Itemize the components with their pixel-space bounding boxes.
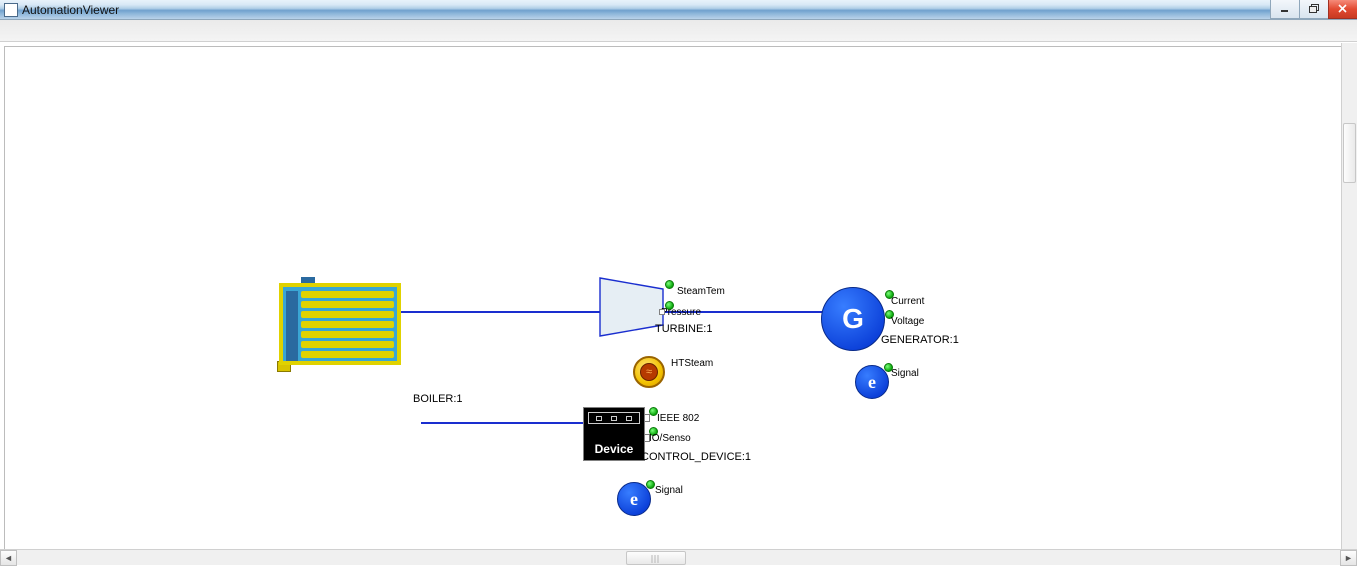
label-boiler: BOILER:1 xyxy=(413,393,463,405)
node-htsteam[interactable]: ≈ xyxy=(633,356,665,388)
minimize-icon xyxy=(1280,4,1290,14)
diagram-canvas-frame: BOILER:1 SteamTem Pressure TURBINE:1 ≈ H… xyxy=(4,46,1353,551)
horizontal-scrollbar[interactable]: ◄ ► xyxy=(0,549,1357,565)
diagram-canvas[interactable]: BOILER:1 SteamTem Pressure TURBINE:1 ≈ H… xyxy=(5,47,1352,550)
label-port-current: Current xyxy=(891,296,924,307)
generator-glyph: G xyxy=(842,303,864,335)
window-buttons xyxy=(1270,0,1357,19)
label-control-device: CONTROL_DEVICE:1 xyxy=(641,451,751,463)
label-htsteam: HTSteam xyxy=(671,358,713,369)
maximize-icon xyxy=(1309,4,1320,14)
signal-e-glyph-1: e xyxy=(868,372,876,393)
port-signal-gen[interactable] xyxy=(884,363,893,372)
boiler-side-rail xyxy=(286,291,298,361)
label-port-steamtem: SteamTem xyxy=(677,286,725,297)
label-port-io: IO/Senso xyxy=(649,433,691,444)
horizontal-scrollbar-track[interactable] xyxy=(17,550,1340,566)
boiler-tab-top xyxy=(301,277,315,287)
node-control-device[interactable]: Device xyxy=(583,407,645,461)
window-title: AutomationViewer xyxy=(22,3,119,17)
label-port-ieee: IEEE 802 xyxy=(657,413,699,424)
boiler-tab-bottom xyxy=(277,361,291,372)
signal-e-glyph-2: e xyxy=(630,489,638,510)
label-signal-device: Signal xyxy=(655,485,683,496)
close-icon xyxy=(1338,4,1348,14)
close-button[interactable] xyxy=(1328,0,1357,19)
title-bar: AutomationViewer xyxy=(0,0,1357,20)
app-icon xyxy=(4,3,18,17)
wire-to-device xyxy=(421,422,585,424)
label-signal-generator: Signal xyxy=(891,368,919,379)
node-generator[interactable]: G xyxy=(821,287,885,351)
device-led-row xyxy=(588,412,640,424)
scroll-right-button[interactable]: ► xyxy=(1340,550,1357,566)
device-out-port-1[interactable] xyxy=(644,414,650,422)
port-turbine-steamtem[interactable] xyxy=(665,280,674,289)
label-port-voltage: Voltage xyxy=(891,316,924,327)
port-signal-dev[interactable] xyxy=(646,480,655,489)
scroll-left-button[interactable]: ◄ xyxy=(0,550,17,566)
scrollbar-grip-icon xyxy=(651,555,660,563)
minimize-button[interactable] xyxy=(1270,0,1299,19)
label-port-pressure: Pressure xyxy=(661,307,701,318)
boiler-coils xyxy=(301,291,394,357)
label-turbine: TURBINE:1 xyxy=(655,323,712,335)
vertical-scrollbar[interactable] xyxy=(1341,43,1357,549)
turbine-output-port[interactable] xyxy=(659,309,665,315)
device-caption: Device xyxy=(584,442,644,456)
node-boiler[interactable] xyxy=(281,285,399,363)
horizontal-scrollbar-thumb[interactable] xyxy=(626,551,686,565)
wire-boiler-turbine xyxy=(399,311,601,313)
htsteam-icon: ≈ xyxy=(640,363,658,381)
chrome-gap xyxy=(0,20,1357,42)
maximize-button[interactable] xyxy=(1299,0,1328,19)
label-generator: GENERATOR:1 xyxy=(881,334,959,346)
vertical-scrollbar-thumb[interactable] xyxy=(1343,123,1356,183)
